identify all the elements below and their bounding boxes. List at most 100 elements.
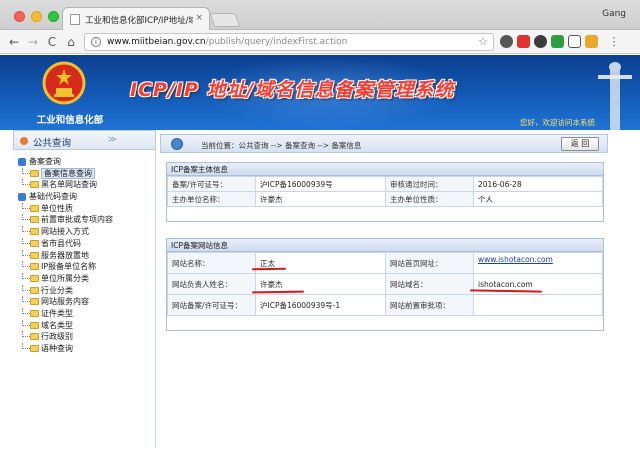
tree-item[interactable]: 行业分类 [17,284,155,297]
table-row: 网站备案/许可证号： 沪ICP备16000939号-1 网站前置审批项： [167,294,603,316]
profile-name[interactable]: Gang [602,9,626,19]
tree-item-label: IP报备单位名称 [41,262,97,272]
tree-item[interactable]: 网站服务内容 [17,296,155,308]
label-cell: 网站首页网址： [385,252,474,274]
tree-item[interactable]: 网站接入方式 [17,226,155,238]
tree-connector [22,237,30,244]
tree-item-label: 省市县代码 [41,238,81,248]
folder-icon [30,333,39,341]
extension-box-icon[interactable] [568,35,581,48]
tree-item-label: 服务器放置地 [41,250,89,260]
navigation-tree: 备案查询 备案信息查询 黑名单网站查询 基础代码查询 单位性质前置审批或专项内容 网站接入… [17,156,155,355]
main-content: 当前位置：公共查询 --> 备案查询 --> 备案信息 返 回 ICP备案主体信… [160,130,640,448]
home-icon[interactable]: ⌂ [63,34,79,50]
value-cell: 沪ICP备16000939号 [255,176,386,192]
tree-connector [22,179,30,186]
homepage-link[interactable]: www.ishotacon.com [478,255,553,264]
maximize-window-button[interactable] [48,11,59,22]
tree-group[interactable]: 基础代码查询 [17,191,155,203]
tree-connector [22,343,30,349]
site-info-panel: ICP备案网站信息 网站名称： 正太 网站首页网址： www.ishotacon… [166,238,604,331]
huabiao-pillar-icon [598,62,632,130]
tree-item[interactable]: IP报备单位名称 [17,261,155,273]
sidebar-header[interactable]: 公共查询 ≫ [13,130,156,150]
label-cell: 网站域名： [385,273,474,295]
tree-item[interactable]: 行政级别 [17,331,155,343]
tree-connector [22,202,30,209]
site-info-table: 网站名称： 正太 网站首页网址： www.ishotacon.com 网站负责人… [167,252,603,316]
table-row: 主办单位名称： 许豪杰 主办单位性质： 个人 [167,191,603,207]
info-icon[interactable]: i [91,37,101,47]
label-cell: 网站负责人姓名： [167,273,256,295]
address-bar[interactable]: i www.miitbeian.gov.cn/publish/query/ind… [84,33,494,51]
location-icon [171,138,183,150]
close-window-button[interactable] [14,11,25,22]
tree-item-label: 网站服务内容 [41,297,89,307]
folder-icon [30,239,39,247]
folder-icon [30,216,39,224]
tree-connector [22,331,30,338]
tree-item-label: 单位性质 [41,203,73,213]
tree-item-label: 行政级别 [41,332,73,342]
label-cell: 网站备案/许可证号： [167,294,256,316]
label-cell: 网站前置审批项： [385,294,474,316]
value-cell [473,294,603,316]
tree-connector [22,226,30,233]
tree-item[interactable]: 备案信息查询 [17,167,155,180]
folder-icon [30,263,39,271]
folder-icon [30,286,39,294]
folder-icon [30,181,39,189]
tree-group-icon [18,158,26,166]
browser-tab[interactable]: 工业和信息化部ICP/IP地址/域 × [62,7,210,31]
tree-item[interactable]: 语种查询 [17,343,155,355]
browser-toolbar: ← → C ⌂ i www.miitbeian.gov.cn/publish/q… [0,30,640,54]
adblock-icon[interactable] [517,35,530,48]
forward-icon[interactable]: → [25,34,41,50]
table-row: 网站名称： 正太 网站首页网址： www.ishotacon.com [167,252,603,274]
panel-spacer [167,316,603,330]
folder-icon [30,309,39,317]
tree-item[interactable]: 省市县代码 [17,237,155,250]
tree-item[interactable]: 证件类型 [17,307,155,320]
national-emblem-icon [42,61,86,105]
minimize-window-button[interactable] [31,11,42,22]
tree-item-label: 语种查询 [41,344,73,353]
new-tab-button[interactable] [209,13,241,27]
extension-yellow-icon[interactable] [585,35,598,48]
tree-item-label: 单位所属分类 [41,273,89,283]
label-cell: 网站名称： [167,252,256,274]
tree-item[interactable]: 服务器放置地 [17,249,155,262]
collapse-chevron-icon[interactable]: ≫ [108,135,117,145]
tree-item[interactable]: 单位性质 [17,202,155,215]
tree-item-label: 前置审批或专项内容 [41,215,113,225]
value-cell: 许豪杰 [255,191,386,207]
reload-icon[interactable]: C [44,34,60,50]
tree-item[interactable]: 单位所属分类 [17,272,155,285]
site-name-value: 正太 [255,252,386,274]
folder-icon [30,251,39,259]
extension-dark-icon[interactable] [500,35,513,48]
close-tab-icon[interactable]: × [195,13,203,23]
menu-icon[interactable]: ⋮ [606,34,622,50]
tree-connector [22,307,30,314]
orange-dot-icon [20,137,28,145]
tree-item-label: 证件类型 [41,308,73,318]
tree-item[interactable]: 黑名单网站查询 [17,179,155,191]
tree-connector [22,249,30,256]
system-title: ICP/IP 地址/域名信息备案管理系统 [130,79,455,101]
tree-item[interactable]: 前置审批或专项内容 [17,214,155,226]
label-cell: 备案/许可证号： [167,176,256,192]
welcome-text: 您好，欢迎访问本系统 [520,118,595,127]
tree-group[interactable]: 备案查询 [17,156,155,168]
extension-green-icon[interactable] [551,35,564,48]
tree-item[interactable]: 域名类型 [17,319,155,332]
folder-icon [30,298,39,306]
back-button[interactable]: 返 回 [561,137,599,151]
extension-circle-icon[interactable] [534,35,547,48]
bookmark-star-icon[interactable]: ☆ [478,35,488,48]
url-text: www.miitbeian.gov.cn/publish/query/index… [107,37,348,47]
folder-icon [30,321,39,329]
subject-info-panel: ICP备案主体信息 备案/许可证号： 沪ICP备16000939号 审核通过时间… [166,162,604,222]
back-icon[interactable]: ← [6,34,22,50]
label-cell: 主办单位性质： [385,191,474,207]
